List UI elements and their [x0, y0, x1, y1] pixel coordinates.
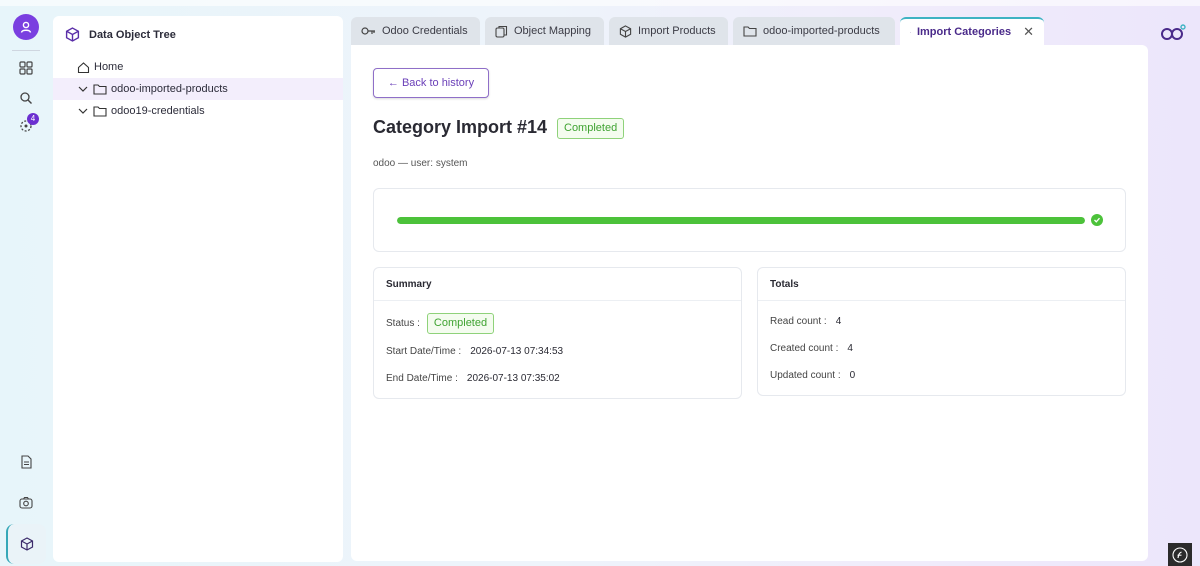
updated-count-value: 0	[849, 370, 856, 381]
data-objects-button[interactable]	[6, 524, 46, 564]
folder-icon	[93, 105, 107, 117]
status-label: Status :	[386, 318, 420, 329]
totals-card: Totals Read count : 4 Created count : 4 …	[757, 267, 1126, 396]
left-rail: 4	[0, 6, 52, 566]
main-panel: ← Back to history Category Import #14 Co…	[351, 45, 1148, 561]
status-badge: Completed	[426, 313, 495, 334]
tree-item-odoo-imported-products[interactable]: odoo-imported-products	[53, 78, 343, 100]
summary-status-row: Status : Completed	[386, 313, 495, 334]
folder-icon	[743, 26, 757, 37]
tab-odoo-imported-products[interactable]: odoo-imported-products	[733, 17, 895, 45]
camera-button[interactable]	[12, 488, 40, 516]
document-icon	[20, 455, 32, 469]
tree-item-home[interactable]: Home	[53, 56, 343, 78]
start-datetime-value: 2026-07-13 07:34:53	[470, 346, 564, 357]
user-icon	[20, 21, 32, 33]
dashboard-button[interactable]	[12, 54, 40, 82]
grid-icon	[19, 61, 33, 75]
created-count-value: 4	[847, 343, 853, 354]
summary-card: Summary Status : Completed Start Date/Ti…	[373, 267, 742, 399]
avatar[interactable]	[13, 14, 39, 40]
rail-divider	[12, 50, 40, 51]
tab-label: Import Categories	[916, 26, 1012, 38]
updated-count-label: Updated count :	[770, 370, 841, 381]
tab-odoo-credentials[interactable]: Odoo Credentials	[351, 17, 480, 45]
key-icon	[361, 27, 375, 35]
read-count-label: Read count :	[770, 316, 827, 327]
check-icon	[1091, 214, 1103, 226]
updated-count-row: Updated count : 0	[770, 370, 855, 381]
tree-title: Data Object Tree	[89, 28, 176, 41]
tree-item-label: odoo19-credentials	[111, 105, 205, 117]
folder-icon	[93, 83, 107, 95]
close-icon[interactable]: ✕	[1023, 24, 1034, 40]
data-object-tree-panel: Data Object Tree Home odoo-imported-prod…	[53, 16, 343, 562]
end-datetime-label: End Date/Time :	[386, 373, 458, 384]
top-strip	[0, 0, 1200, 6]
tree-item-label: Home	[94, 61, 124, 73]
chevron-down-icon[interactable]	[78, 85, 88, 93]
mapping-icon	[495, 25, 508, 38]
summary-heading: Summary	[374, 268, 741, 301]
page-title: Category Import #14	[373, 117, 548, 137]
debug-toolbar-icon[interactable]	[1168, 543, 1192, 566]
hierarchy-icon	[910, 31, 911, 33]
start-datetime-label: Start Date/Time :	[386, 346, 462, 357]
chevron-down-icon[interactable]	[78, 107, 88, 115]
tab-label: Import Products	[638, 25, 716, 37]
read-count-row: Read count : 4	[770, 316, 841, 327]
created-count-label: Created count :	[770, 343, 839, 354]
camera-icon	[19, 496, 33, 509]
end-datetime-row: End Date/Time : 2026-07-13 07:35:02	[386, 373, 560, 384]
tab-import-categories[interactable]: Import Categories ✕	[900, 17, 1044, 45]
documents-button[interactable]	[12, 448, 40, 476]
notification-badge: 4	[27, 113, 39, 125]
progress-bar	[397, 217, 1085, 224]
activity-button[interactable]: 4	[12, 112, 40, 140]
totals-heading: Totals	[758, 268, 1125, 301]
tab-label: Object Mapping	[514, 25, 592, 37]
search-button[interactable]	[12, 84, 40, 112]
status-badge: Completed	[557, 118, 625, 139]
import-source-subtitle: odoo — user: system	[373, 158, 468, 169]
tree-item-odoo19-credentials[interactable]: odoo19-credentials	[53, 100, 343, 122]
tab-object-mapping[interactable]: Object Mapping	[485, 17, 604, 45]
tab-label: Odoo Credentials	[382, 25, 468, 37]
progress-card	[373, 188, 1126, 252]
home-icon	[76, 61, 90, 74]
created-count-row: Created count : 4	[770, 343, 853, 354]
infinity-logo-icon[interactable]	[1160, 22, 1186, 47]
read-count-value: 4	[835, 316, 842, 327]
end-datetime-value: 2026-07-13 07:35:02	[466, 373, 560, 384]
tree-item-label: odoo-imported-products	[111, 83, 228, 95]
progress-fill	[397, 217, 1085, 224]
back-to-history-button[interactable]: ← Back to history	[373, 68, 489, 98]
start-datetime-row: Start Date/Time : 2026-07-13 07:34:53	[386, 346, 563, 357]
search-icon	[20, 92, 32, 104]
cube-icon	[20, 537, 34, 551]
cube-icon	[619, 24, 632, 38]
cube-icon	[65, 27, 80, 42]
tab-import-products[interactable]: Import Products	[609, 17, 728, 45]
tree-header: Data Object Tree	[65, 27, 176, 42]
tab-label: odoo-imported-products	[763, 25, 880, 37]
